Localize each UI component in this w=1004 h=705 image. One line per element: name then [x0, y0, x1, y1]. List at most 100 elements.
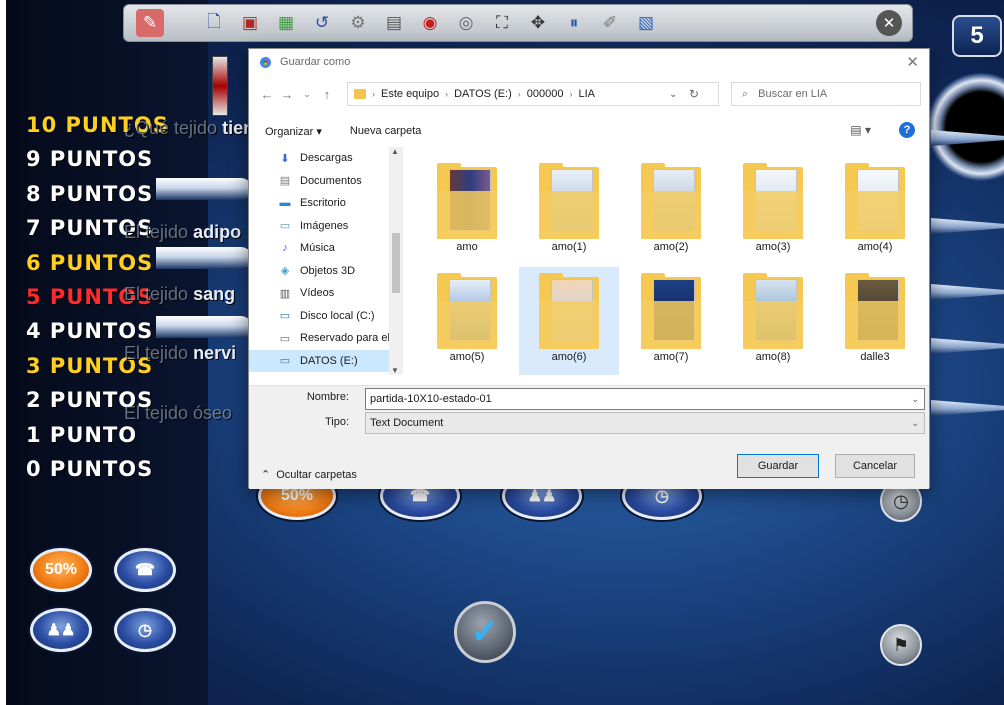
answer-d-text: El tejido óseo [124, 403, 233, 423]
toolbar-ai-icon[interactable]: ▧ [632, 9, 660, 37]
dialog-close-icon[interactable]: ✕ [906, 53, 919, 71]
organize-button[interactable]: Organizar ▾ [265, 125, 322, 138]
answer-a[interactable]: El tejido adipo [124, 222, 241, 243]
music-icon: ♪ [282, 242, 288, 255]
refresh-icon[interactable]: ↻ [689, 87, 699, 101]
phone-small-button[interactable]: ☎ [114, 548, 176, 592]
nav-item-videos[interactable]: ▥ Vídeos [249, 282, 403, 305]
timer-small-button[interactable]: ◷ [114, 608, 176, 652]
toolbar-undo-icon[interactable]: ↺ [308, 9, 336, 37]
scroll-up-icon[interactable]: ▲ [391, 147, 399, 156]
file-item[interactable]: amo(7) [621, 267, 721, 375]
file-item[interactable]: amo [417, 157, 517, 265]
command-bar: Organizar ▾ Nueva carpeta ▤ ▾ ? [249, 119, 929, 143]
toolbar-fullscreen-icon[interactable]: ⛶ [488, 9, 516, 37]
panel-tab[interactable] [212, 56, 228, 116]
up-arrow-icon[interactable]: ↑ [317, 87, 337, 102]
toolbar-save-icon[interactable]: ▣ [236, 9, 264, 37]
file-item[interactable]: amo(4) [825, 157, 925, 265]
back-arrow-icon[interactable]: ← [257, 87, 277, 102]
nav-item-label: Disco local (C:) [300, 309, 375, 322]
toolbar-image-icon[interactable]: ▦ [272, 9, 300, 37]
toolbar-brush-icon[interactable]: ✐ [596, 9, 624, 37]
answer-bar-c[interactable] [156, 316, 252, 338]
answer-b[interactable]: El tejido sang [124, 284, 235, 305]
nav-item-musica[interactable]: ♪ Música [249, 237, 403, 260]
answer-a-visible: adipo [193, 222, 242, 242]
save-button[interactable]: Guardar [737, 454, 819, 478]
file-item[interactable]: amo(2) [621, 157, 721, 265]
answer-d[interactable]: El tejido óseo [124, 403, 232, 424]
nav-item-label: Descargas [300, 152, 353, 165]
search-box[interactable]: ⌕ Buscar en LIA [731, 82, 921, 106]
nav-item-escritorio[interactable]: ▬ Escritorio [249, 192, 403, 215]
chevron-down-icon[interactable]: ⌄ [911, 418, 919, 429]
toolbar-open-icon[interactable]: 🗋 [200, 9, 228, 37]
file-type-select[interactable]: Text Document ⌄ [365, 412, 925, 434]
toolbar-language-icon[interactable]: ◉ [416, 9, 444, 37]
file-type-value: Text Document [370, 417, 444, 429]
answer-bar-a[interactable] [156, 178, 252, 200]
checkmark-icon: ✓ [470, 613, 500, 651]
toolbar-book-icon[interactable]: ▤ [380, 9, 408, 37]
fifty-fifty-small-button[interactable]: 50% [30, 548, 92, 592]
chrome-icon [259, 55, 272, 69]
folder-icon [743, 273, 803, 349]
nav-item-documentos[interactable]: ▤ Documentos [249, 170, 403, 193]
right-bar-5 [931, 400, 1004, 416]
address-bar[interactable]: › Este equipo › DATOS (E:) › 000000 › LI… [347, 82, 719, 106]
search-placeholder: Buscar en LIA [758, 88, 828, 100]
toolbar-settings-icon[interactable]: ⚙ [344, 9, 372, 37]
scroll-thumb[interactable] [392, 233, 400, 293]
file-item[interactable]: amo(5) [417, 267, 517, 375]
nav-item-disco-local[interactable]: ▭ Disco local (C:) [249, 305, 403, 328]
app-toolbar: ✎ 🗋 ▣ ▦ ↺ ⚙ ▤ ◉ ◎ ⛶ ✥ ⏸ ✐ ▧ ✕ [123, 4, 913, 42]
file-name: amo(6) [551, 351, 587, 363]
question-text: ¿Qué tejido tien [124, 118, 254, 139]
filename-input[interactable]: partida-10X10-estado-01 ⌄ [365, 388, 925, 410]
file-item[interactable]: dalle3 [825, 267, 925, 375]
crumb-datos[interactable]: DATOS (E:) [454, 88, 512, 100]
file-item[interactable]: amo(3) [723, 157, 823, 265]
file-item[interactable]: amo(8) [723, 267, 823, 375]
folder-icon [641, 273, 701, 349]
view-options-icon[interactable]: ▤ ▾ [850, 123, 871, 137]
file-item-selected[interactable]: amo(6) [519, 267, 619, 375]
folder-icon [539, 163, 599, 239]
file-item[interactable]: amo(1) [519, 157, 619, 265]
flag-icon: ⚑ [892, 634, 910, 655]
audience-icon: ♟♟ [527, 488, 557, 505]
toolbar-move-icon[interactable]: ✥ [524, 9, 552, 37]
forward-arrow-icon[interactable]: → [277, 87, 297, 102]
nav-item-datos[interactable]: ▭ DATOS (E:) [249, 349, 403, 372]
crumb-000000[interactable]: 000000 [527, 88, 564, 100]
nav-item-descargas[interactable]: ⬇ Descargas [249, 147, 403, 170]
nav-scrollbar[interactable]: ▲ ▼ [389, 147, 403, 375]
address-dropdown-icon[interactable]: ⌄ [669, 89, 677, 100]
crumb-this-pc[interactable]: Este equipo [381, 88, 439, 100]
cancel-button[interactable]: Cancelar [835, 454, 915, 478]
new-folder-button[interactable]: Nueva carpeta [350, 125, 422, 137]
toolbar-close-icon[interactable]: ✕ [876, 10, 902, 36]
scroll-down-icon[interactable]: ▼ [391, 366, 399, 375]
toolbar-pause-icon[interactable]: ⏸ [560, 9, 588, 37]
drive-icon: ▭ [279, 355, 291, 368]
nav-item-objetos-3d[interactable]: ◈ Objetos 3D [249, 260, 403, 283]
crumb-lia[interactable]: LIA [578, 88, 595, 100]
answer-bar-b[interactable] [156, 247, 252, 269]
recent-chevron-icon[interactable]: ⌄ [297, 89, 317, 100]
answer-c[interactable]: El tejido nervi [124, 343, 236, 364]
hide-folders-toggle[interactable]: ⌃ Ocultar carpetas [261, 468, 357, 482]
nav-item-imagenes[interactable]: ▭ Imágenes [249, 215, 403, 238]
confirm-answer-button[interactable]: ✓ [454, 601, 516, 663]
audience-small-button[interactable]: ♟♟ [30, 608, 92, 652]
points-level-8: 8 PUNTOS [26, 181, 154, 206]
help-icon[interactable]: ? [899, 122, 915, 138]
nav-item-reservado[interactable]: ▭ Reservado para el [249, 327, 403, 350]
folder-icon [437, 163, 497, 239]
surrender-button[interactable]: ⚑ [880, 624, 922, 666]
nav-item-label: Documentos [300, 174, 362, 187]
toolbar-sound-icon[interactable]: ◎ [452, 9, 480, 37]
chevron-down-icon[interactable]: ⌄ [911, 394, 919, 405]
toolbar-marker-icon[interactable]: ✎ [136, 9, 164, 37]
